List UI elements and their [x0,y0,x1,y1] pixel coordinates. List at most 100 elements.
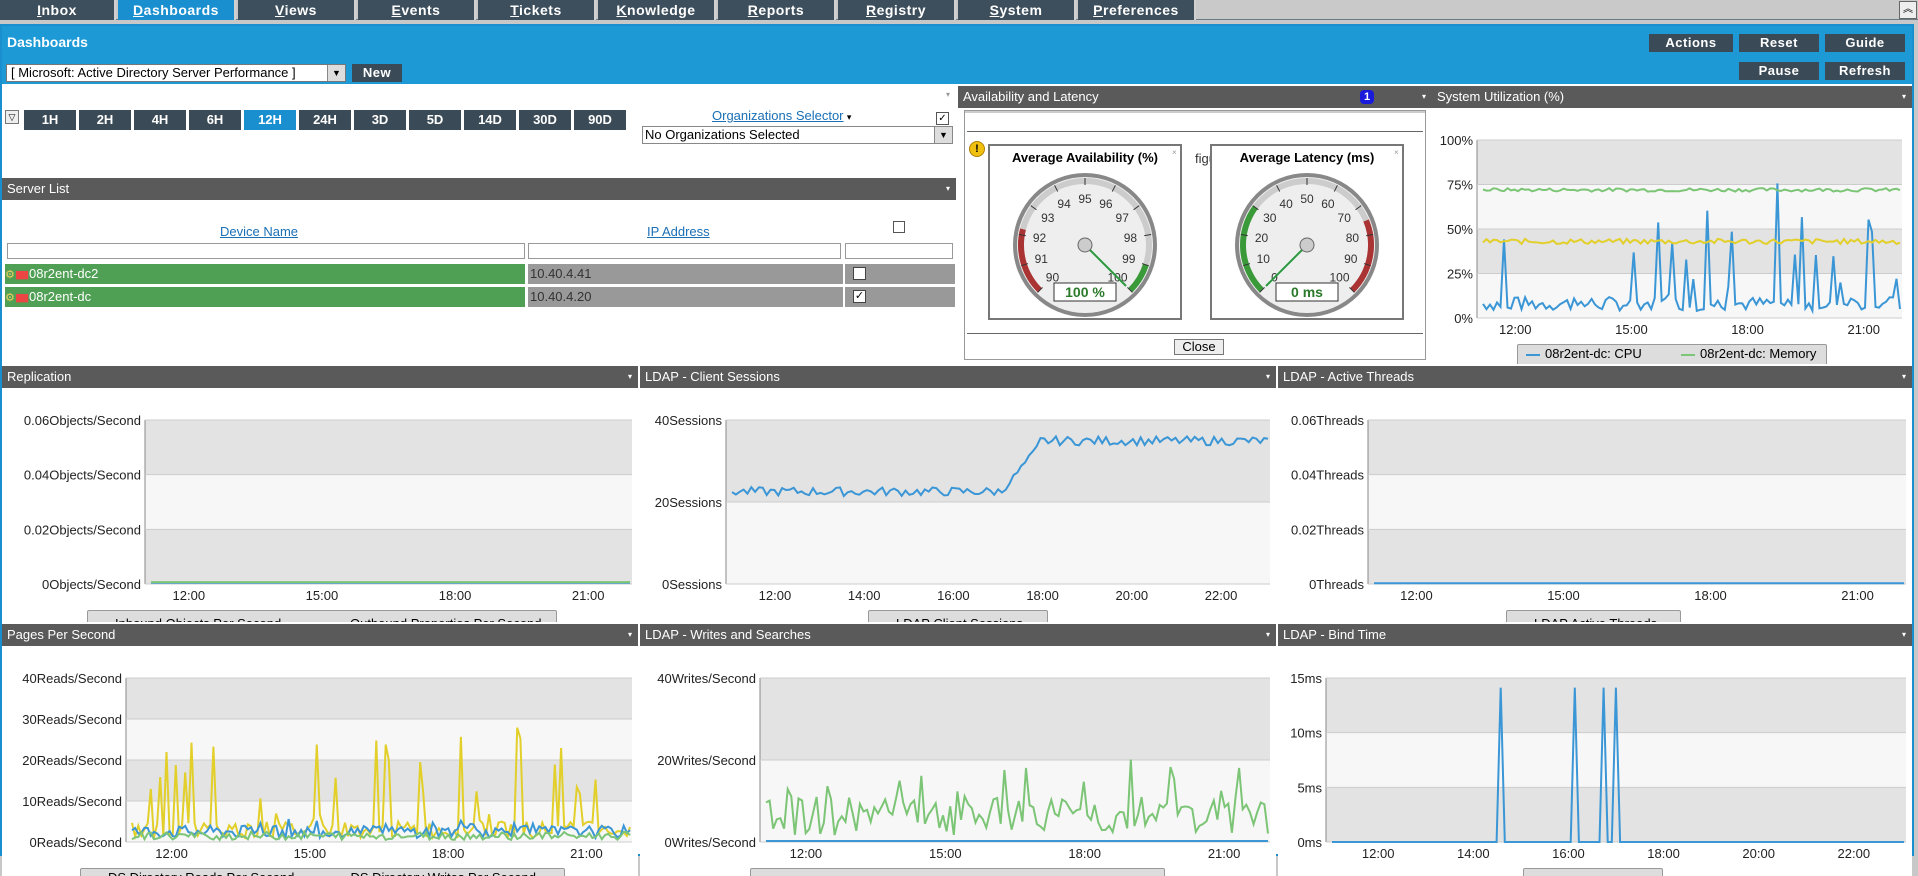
legend-item[interactable]: Outbound Properties Per Second [331,616,542,622]
device-tools-icon[interactable]: ⚙ [5,288,15,308]
x-tick-label: 18:00 [1694,588,1727,603]
chart-band [145,420,632,475]
close-icon[interactable]: × [1394,148,1399,157]
new-dashboard-button[interactable]: New [352,64,402,82]
server-panel: ▽ 1H 2H 4H 6H 12H 24H 3D 5D 14D 30D 90D Organizati… [2,86,956,364]
panel-menu-icon[interactable]: ▾ [1266,366,1270,388]
panel-menu-icon[interactable]: ▾ [946,178,950,200]
y-tick-label: 0.04Objects/Second [24,468,141,483]
nav-tab-reports[interactable]: Reports [718,0,836,20]
panel-menu-icon[interactable]: ▾ [1422,86,1426,108]
actions-button[interactable]: Actions [1649,34,1733,52]
timespan-5d-button[interactable]: 5D [409,110,461,130]
nav-tab-events[interactable]: Events [358,0,476,20]
row-checkbox[interactable]: ✓ [853,290,866,303]
dashboard-select[interactable]: [ Microsoft: Active Directory Server Per… [6,64,346,82]
select-all-checkbox[interactable] [893,221,905,233]
y-tick-label: 0Reads/Second [29,835,122,850]
expand-icon[interactable]: ▽ [5,110,19,124]
check-filter-input[interactable] [845,243,953,259]
panel-menu-icon[interactable]: ▾ [628,366,632,388]
device-filter-input[interactable] [7,243,525,259]
chart-band [126,678,632,719]
y-tick-label: 0.06Threads [1291,413,1364,428]
nav-tab-registry[interactable]: Registry [838,0,956,20]
timespan-1h-button[interactable]: 1H [24,110,76,130]
timespan-30d-button[interactable]: 30D [519,110,571,130]
pause-button[interactable]: Pause [1739,62,1819,80]
timespan-12h-button[interactable]: 12H [244,110,296,130]
legend-item[interactable]: LDAP Client Sessions [877,616,1023,622]
nav-tab-system[interactable]: System [958,0,1076,20]
device-tools-icon[interactable]: ⚙ [5,265,15,285]
timespan-6h-button[interactable]: 6H [189,110,241,130]
timespan-4h-button[interactable]: 4H [134,110,186,130]
panel-menu-icon[interactable]: ▾ [1266,624,1270,646]
close-button[interactable]: Close [1174,339,1224,355]
device-name-column[interactable]: Device Name [220,224,298,239]
x-tick-label: 15:00 [929,846,962,861]
y-tick-label: 0Sessions [662,577,722,592]
legend-item[interactable]: LDAP Active Threads [1515,616,1657,622]
nav-tab-preferences[interactable]: Preferences [1078,0,1196,20]
chevron-down-icon[interactable]: ▼ [934,127,952,143]
refresh-button[interactable]: Refresh [1825,62,1905,80]
panel-menu-icon[interactable]: ▾ [1902,86,1906,108]
legend-item[interactable]: 08r2ent-dc: Swap [1526,362,1647,364]
legend-item[interactable]: Inbound Objects Per Second [96,616,281,622]
y-tick-label: 40Sessions [655,413,723,428]
legend-item[interactable]: DS Directory Reads Per Second [89,870,294,876]
chart-band [726,502,1270,584]
organization-select[interactable]: No Organizations Selected ▼ [642,126,953,144]
legend-item[interactable]: 08r2ent-dc: CPU [1526,346,1642,361]
gauge-tick-label: 60 [1321,197,1335,211]
nav-tab-label: nbox [41,2,77,18]
panel-menu-icon[interactable]: ▾ [1902,624,1906,646]
y-tick-label: 0Threads [1309,577,1364,592]
writes-header: LDAP - Writes and Searches ▾ [640,624,1276,646]
organizations-selector-link[interactable]: Organizations Selector ▾ [712,108,851,123]
gauge-tick-label: 70 [1338,211,1352,225]
server-row[interactable]: ⚙▮▮▮ 08r2ent-dc [5,287,525,307]
panel-menu-icon[interactable]: ▾ [1902,366,1906,388]
sysutil-panel: System Utilization (%) ▾ 100% 75% 50% 25% 0% 12… [1432,86,1912,364]
row-checkbox[interactable] [853,267,866,280]
guide-button[interactable]: Guide [1825,34,1905,52]
writes-panel: LDAP - Writes and Searches ▾ 40Writes/Seco… [640,624,1276,876]
timespan-24h-button[interactable]: 24H [299,110,351,130]
timespan-2h-button[interactable]: 2H [79,110,131,130]
y-tick-label: 75% [1447,178,1473,193]
ip-filter-input[interactable] [528,243,841,259]
replication-panel: Replication ▾ 0.06Objects/Second 0.04Object… [2,366,638,622]
panel-menu-icon[interactable]: ▾ [628,624,632,646]
org-checkbox[interactable]: ✓ [936,112,949,125]
chevron-down-icon[interactable]: ▼ [327,65,345,81]
timespan-90d-button[interactable]: 90D [574,110,626,130]
server-row[interactable]: ⚙▮▮▮ 08r2ent-dc2 [5,264,525,284]
legend-item[interactable]: 08r2ent-dc: Memory [1681,346,1816,361]
nav-tab-knowledge[interactable]: Knowledge [598,0,716,20]
legend-label: Inbound Objects Per Second [115,616,281,622]
legend-item[interactable]: DS Directory Writes Per Second [332,870,536,876]
chart-band [145,474,632,530]
close-icon[interactable]: × [1172,148,1177,157]
x-tick-label: 21:00 [1841,588,1874,603]
chart-legend: DS Directory Reads Per Second DS Director… [80,868,565,876]
nav-tab-inbox[interactable]: Inbox [0,0,116,20]
chart-band [1368,529,1906,584]
chart-band [1477,229,1902,274]
availability-gauge: Average Availability (%) 90 91 92 93 94 95 96 9… [988,144,1182,320]
x-tick-label: 21:00 [1847,322,1880,337]
panel-menu-icon[interactable]: ▾ [946,90,950,99]
timespan-3d-button[interactable]: 3D [354,110,406,130]
y-tick-label: 0ms [1297,835,1322,850]
x-tick-label: 12:00 [1499,322,1532,337]
nav-tab-tickets[interactable]: Tickets [478,0,596,20]
nav-tab-views[interactable]: Views [238,0,356,20]
nav-tab-dashboards[interactable]: Dashboards [118,0,236,20]
reset-button[interactable]: Reset [1739,34,1819,52]
timespan-14d-button[interactable]: 14D [464,110,516,130]
ip-address-column[interactable]: IP Address [647,224,710,239]
collapse-icon[interactable]: ︽ [1899,1,1917,19]
sysutil-header: System Utilization (%) ▾ [1432,86,1912,108]
